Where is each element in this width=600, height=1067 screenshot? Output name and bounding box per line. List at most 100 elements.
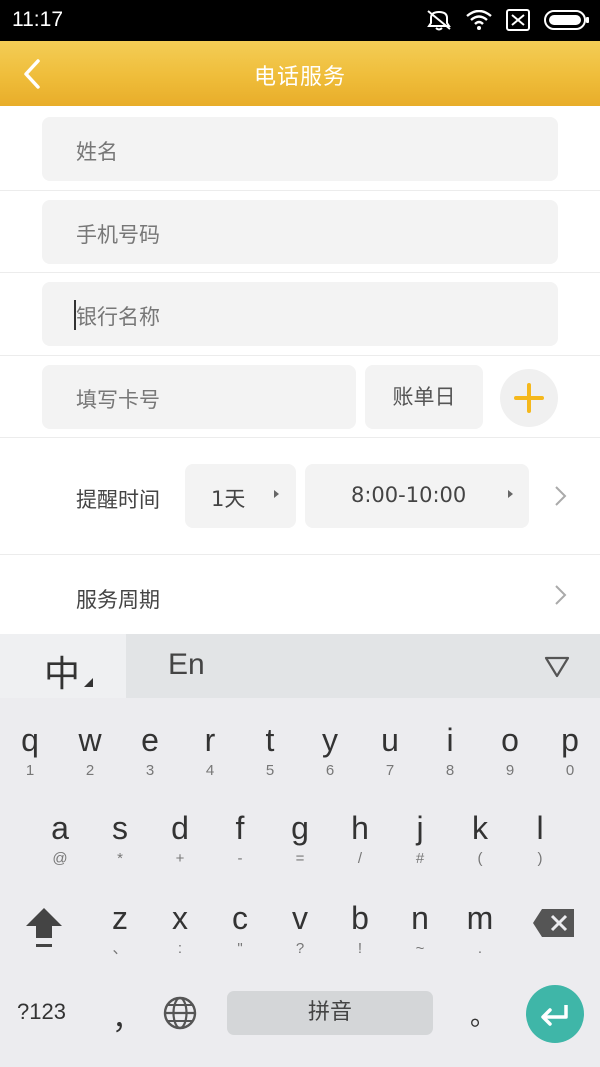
card-number-input[interactable]: 填写卡号 <box>42 365 356 429</box>
divider <box>0 355 600 356</box>
shift-key[interactable] <box>22 906 66 950</box>
symbols-key[interactable]: ?123 <box>17 999 66 1025</box>
key-main-label: v <box>292 900 308 936</box>
comma-key[interactable]: ， <box>112 994 142 1038</box>
key-l[interactable]: l) <box>515 810 565 868</box>
key-main-label: t <box>265 722 275 758</box>
chevron-right-icon[interactable] <box>553 485 567 507</box>
key-sub-label: 7 <box>385 762 395 779</box>
key-t[interactable]: t5 <box>245 722 295 780</box>
add-card-button[interactable] <box>500 369 558 427</box>
key-main-label: r <box>204 722 216 758</box>
key-x[interactable]: x: <box>155 900 205 958</box>
enter-icon <box>541 1005 568 1026</box>
key-p[interactable]: p0 <box>545 722 595 780</box>
reminder-time-select[interactable]: 8:00-10:00 <box>305 464 529 528</box>
key-main-label: g <box>291 810 309 846</box>
text-cursor <box>74 300 76 330</box>
key-n[interactable]: n ~ <box>395 900 445 958</box>
app-header: 电话服务 <box>0 41 600 106</box>
key-u[interactable]: u7 <box>365 722 415 780</box>
key-f[interactable]: f- <box>215 810 265 868</box>
key-sub-label: * <box>117 850 123 867</box>
page-title: 电话服务 <box>253 65 346 90</box>
key-main-label: a <box>51 810 69 846</box>
reminder-day-select[interactable]: 1天 <box>185 464 296 528</box>
key-g[interactable]: g = <box>275 810 325 868</box>
key-sub-label: 3 <box>145 762 155 779</box>
key-main-label: k <box>472 810 488 846</box>
key-main-label: f <box>235 810 245 846</box>
key-sub-label: 9 <box>505 762 515 779</box>
battery-icon <box>544 9 590 31</box>
key-main-label: i <box>446 722 454 758</box>
key-sub-label: : <box>177 940 183 957</box>
key-main-label: l <box>536 810 544 846</box>
divider <box>0 272 600 273</box>
caret-right-icon <box>508 490 513 498</box>
key-e[interactable]: e3 <box>125 722 175 780</box>
backspace-key[interactable] <box>532 907 576 939</box>
divider <box>0 190 600 191</box>
name-input[interactable]: 姓名 <box>42 117 558 181</box>
hide-keyboard-icon[interactable] <box>544 656 570 678</box>
phone-input[interactable]: 手机号码 <box>42 200 558 264</box>
key-v[interactable]: v? <box>275 900 325 958</box>
key-k[interactable]: k( <box>455 810 505 868</box>
key-sub-label: @ <box>52 850 68 867</box>
key-sub-label: ) <box>537 850 543 867</box>
key-main-label: h <box>351 810 369 846</box>
key-q[interactable]: q1 <box>5 722 55 780</box>
name-placeholder: 姓名 <box>76 140 118 164</box>
key-sub-label: 8 <box>445 762 455 779</box>
space-key[interactable]: 拼音 <box>227 991 433 1035</box>
globe-icon[interactable] <box>162 995 198 1031</box>
chinese-mode-key[interactable]: 中 <box>0 634 126 698</box>
key-a[interactable]: a @ <box>35 810 85 868</box>
service-cycle-row[interactable]: 服务周期 <box>0 556 600 632</box>
key-main-label: e <box>141 722 159 758</box>
key-r[interactable]: r4 <box>185 722 235 780</box>
key-j[interactable]: j # <box>395 810 445 868</box>
key-sub-label: 、 <box>112 940 128 957</box>
reminder-day-value: 1天 <box>211 487 246 511</box>
bank-placeholder: 银行名称 <box>76 305 160 329</box>
key-s[interactable]: s * <box>95 810 145 868</box>
reminder-time-value: 8:00-10:00 <box>351 483 467 507</box>
key-main-label: o <box>501 722 519 758</box>
enter-key[interactable] <box>526 985 584 1043</box>
key-d[interactable]: d + <box>155 810 205 868</box>
key-sub-label: - <box>237 850 243 867</box>
key-sub-label: ? <box>295 940 305 957</box>
key-main-label: s <box>112 810 128 846</box>
key-main-label: j <box>416 810 424 846</box>
caret-right-icon <box>274 490 279 498</box>
key-sub-label: = <box>295 850 305 867</box>
key-sub-label: ! <box>357 940 363 957</box>
key-y[interactable]: y6 <box>305 722 355 780</box>
bill-day-button[interactable]: 账单日 <box>365 365 483 429</box>
key-h[interactable]: h / <box>335 810 385 868</box>
chinese-mode-label: 中 <box>44 654 81 695</box>
key-c[interactable]: c " <box>215 900 265 958</box>
key-main-label: n <box>411 900 429 936</box>
key-w[interactable]: w2 <box>65 722 115 780</box>
key-sub-label: # <box>415 850 425 867</box>
period-key[interactable]: 。 <box>470 996 496 1033</box>
key-o[interactable]: o9 <box>485 722 535 780</box>
key-main-label: c <box>232 900 248 936</box>
bank-name-input[interactable]: 银行名称 <box>42 282 558 346</box>
key-main-label: b <box>351 900 369 936</box>
key-z[interactable]: z、 <box>95 900 145 958</box>
key-b[interactable]: b! <box>335 900 385 958</box>
key-i[interactable]: i8 <box>425 722 475 780</box>
service-cycle-label: 服务周期 <box>76 588 160 612</box>
corner-triangle-icon <box>84 678 93 687</box>
key-main-label: z <box>112 900 128 936</box>
key-m[interactable]: m. <box>455 900 505 958</box>
english-mode-key[interactable]: En <box>168 648 205 682</box>
key-main-label: w <box>78 722 102 758</box>
key-main-label: p <box>561 722 579 758</box>
key-sub-label: " <box>237 940 243 957</box>
key-main-label: q <box>21 722 39 758</box>
